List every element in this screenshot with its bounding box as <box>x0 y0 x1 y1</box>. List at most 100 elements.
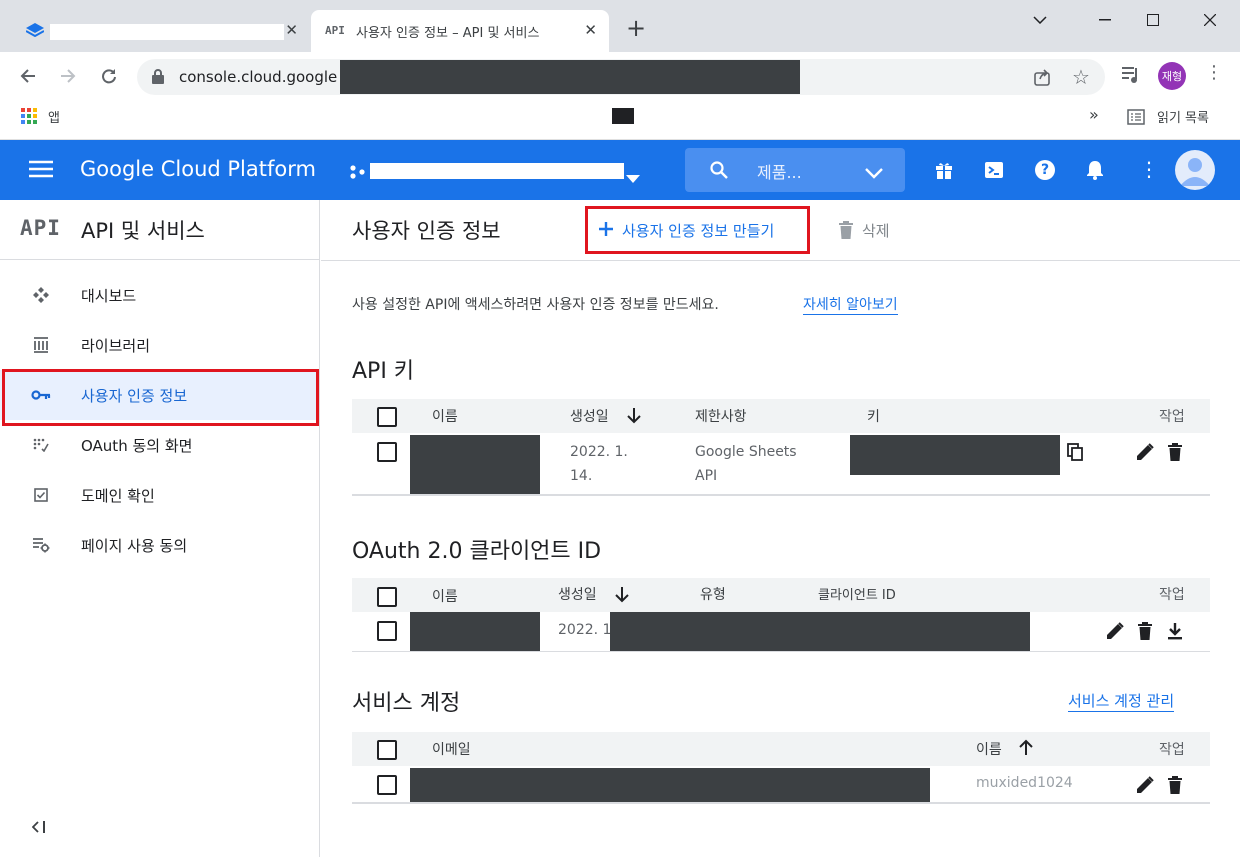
help-icon[interactable]: ? <box>1035 160 1055 180</box>
table-row: 2022. 1. 14. Google Sheets API <box>352 433 1210 495</box>
copy-icon[interactable] <box>1065 442 1085 462</box>
column-header-email[interactable]: 이메일 <box>432 739 471 759</box>
bookmarks-overflow-button[interactable]: » <box>1089 105 1099 124</box>
close-tab-icon[interactable]: ✕ <box>584 21 597 39</box>
bookmark-star-icon[interactable]: ☆ <box>1072 65 1090 89</box>
oauth-select-all-checkbox[interactable] <box>377 587 397 607</box>
tab-title: 사용자 인증 정보 – API 및 서비스 <box>356 26 540 41</box>
reading-list-icon[interactable] <box>1127 109 1145 129</box>
column-header-actions: 작업 <box>1159 587 1185 603</box>
browser-tab-active[interactable]: API 사용자 인증 정보 – API 및 서비스 ✕ <box>311 10 609 52</box>
notifications-bell-icon[interactable] <box>1086 160 1104 184</box>
column-header-name[interactable]: 이름 <box>976 739 1002 759</box>
apps-grid-icon[interactable] <box>21 108 37 128</box>
oauth-header-row <box>352 578 1210 612</box>
service-accounts-select-all-checkbox[interactable] <box>377 740 397 760</box>
back-arrow-icon[interactable] <box>14 62 42 90</box>
column-header-created[interactable]: 생성일 <box>570 406 609 426</box>
delete-trash-icon[interactable] <box>839 221 853 243</box>
url-text: console.cloud.google <box>179 68 338 86</box>
create-credentials-button[interactable]: 사용자 인증 정보 만들기 <box>585 206 810 254</box>
share-icon[interactable] <box>1032 67 1052 91</box>
profile-avatar[interactable]: 재형 <box>1158 62 1186 90</box>
cloud-shell-icon[interactable] <box>985 161 1003 183</box>
page-title: 사용자 인증 정보 <box>352 219 501 243</box>
delete-trash-icon[interactable] <box>1165 442 1185 462</box>
chrome-menu-icon[interactable]: ⋮ <box>1205 64 1223 82</box>
hamburger-menu-icon[interactable] <box>29 160 53 182</box>
project-dots-icon[interactable] <box>350 164 366 183</box>
row-checkbox[interactable] <box>377 621 397 641</box>
sidebar-item-page-usage-agreements[interactable]: 페이지 사용 동의 <box>0 520 318 570</box>
project-name-redacted[interactable] <box>370 163 624 179</box>
created-date: 2022. 1 <box>558 622 612 638</box>
sort-desc-arrow-icon[interactable] <box>627 407 641 428</box>
product-title[interactable]: Google Cloud Platform <box>80 157 316 181</box>
delete-trash-icon[interactable] <box>1165 775 1185 795</box>
column-header-created[interactable]: 생성일 <box>558 584 597 604</box>
api-key-name-redacted[interactable] <box>410 435 540 494</box>
api-keys-select-all-checkbox[interactable] <box>377 407 397 427</box>
column-header-name[interactable]: 이름 <box>432 406 458 426</box>
close-tab-icon[interactable]: ✕ <box>285 21 298 39</box>
learn-more-link[interactable]: 자세히 알아보기 <box>803 294 898 315</box>
sort-asc-arrow-icon[interactable] <box>1019 739 1033 760</box>
page-action-bar: 사용자 인증 정보 사용자 인증 정보 만들기 삭제 <box>321 200 1240 261</box>
sidebar-item-dashboard[interactable]: 대시보드 <box>0 270 318 320</box>
forward-arrow-icon[interactable] <box>54 62 82 90</box>
more-vert-icon[interactable]: ⋮ <box>1139 158 1159 180</box>
library-icon <box>30 334 52 356</box>
close-window-icon[interactable] <box>1190 6 1230 34</box>
maximize-icon[interactable] <box>1133 6 1173 34</box>
media-control-icon[interactable] <box>1121 66 1141 88</box>
address-bar[interactable]: console.cloud.google ☆ <box>137 59 1105 95</box>
oauth-name-redacted[interactable] <box>410 612 540 652</box>
reload-icon[interactable] <box>95 62 123 90</box>
edit-pencil-icon[interactable] <box>1135 442 1155 462</box>
minimize-icon[interactable] <box>1085 6 1125 34</box>
api-keys-title: API 키 <box>352 359 415 384</box>
apps-label[interactable]: 앱 <box>48 107 60 126</box>
collapse-sidebar-icon[interactable] <box>31 818 46 837</box>
browser-tab-inactive[interactable]: ✕ <box>10 10 308 52</box>
column-header-actions: 작업 <box>1159 742 1185 758</box>
tab-search-icon[interactable] <box>1020 6 1060 34</box>
column-header-client-id[interactable]: 클라이언트 ID <box>818 584 896 603</box>
lock-icon <box>152 69 164 88</box>
account-avatar[interactable] <box>1175 150 1215 190</box>
column-header-name[interactable]: 이름 <box>432 586 458 606</box>
column-header-type[interactable]: 유형 <box>700 584 726 604</box>
project-dropdown-icon[interactable] <box>626 168 640 187</box>
search-expand-chevron-icon[interactable] <box>865 164 883 183</box>
dashboard-icon <box>30 284 52 306</box>
row-checkbox[interactable] <box>377 775 397 795</box>
sort-desc-arrow-icon[interactable] <box>615 586 629 607</box>
oauth-title: OAuth 2.0 클라이언트 ID <box>352 539 602 564</box>
search-box[interactable]: 제품... <box>685 148 905 192</box>
reading-list-label[interactable]: 읽기 목록 <box>1157 107 1209 126</box>
restriction-line2: API <box>695 468 718 484</box>
edit-pencil-icon[interactable] <box>1135 775 1155 795</box>
row-checkbox[interactable] <box>377 442 397 462</box>
api-keys-header-row <box>352 399 1210 433</box>
column-header-key[interactable]: 키 <box>867 406 880 426</box>
manage-service-accounts-link[interactable]: 서비스 계정 관리 <box>1068 690 1175 712</box>
intro-text: 사용 설정한 API에 액세스하려면 사용자 인증 정보를 만드세요. <box>352 297 719 313</box>
row-divider <box>352 651 1210 652</box>
sidebar-item-label: 페이지 사용 동의 <box>81 536 188 555</box>
edit-pencil-icon[interactable] <box>1105 621 1125 641</box>
delete-button[interactable]: 삭제 <box>862 220 890 241</box>
main-content: 사용자 인증 정보 사용자 인증 정보 만들기 삭제 사용 설정한 API에 액… <box>321 200 1240 857</box>
sidebar-item-domain-verification[interactable]: 도메인 확인 <box>0 470 318 520</box>
api-key-value-redacted <box>850 435 1060 475</box>
api-logo-icon: API <box>20 216 61 240</box>
sidebar-item-oauth-consent[interactable]: OAuth 동의 화면 <box>0 420 318 470</box>
service-account-email-redacted[interactable] <box>410 768 930 802</box>
column-header-restrictions[interactable]: 제한사항 <box>695 406 747 426</box>
gift-icon[interactable] <box>935 161 953 183</box>
new-tab-button[interactable]: + <box>626 16 646 40</box>
oauth-icon <box>30 434 52 456</box>
sidebar-item-library[interactable]: 라이브러리 <box>0 320 318 370</box>
download-icon[interactable] <box>1165 621 1185 641</box>
delete-trash-icon[interactable] <box>1135 621 1155 641</box>
